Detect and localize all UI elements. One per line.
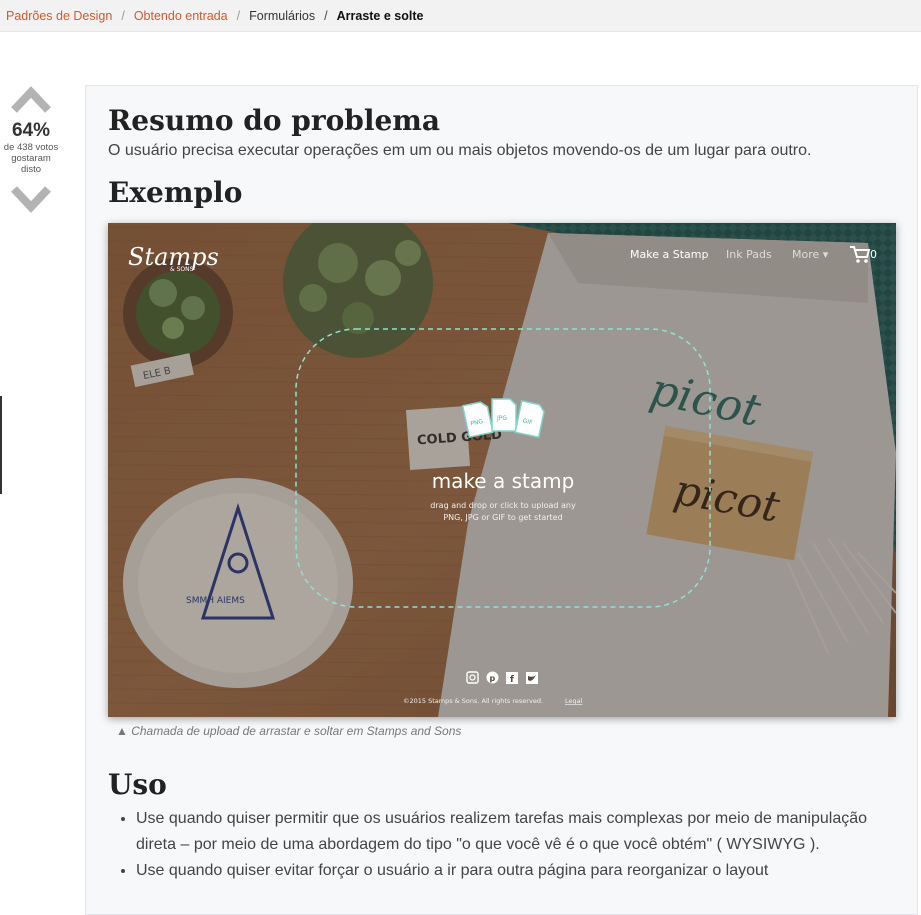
vote-liked-label-2: disto: [20, 164, 42, 175]
breadcrumb-separator: /: [121, 8, 125, 23]
vote-widget: 64% de 438 votos gostaram disto: [0, 84, 62, 213]
pattern-card: Resumo do problema O usuário precisa exe…: [85, 85, 918, 915]
nav-more: More ▾: [792, 248, 829, 261]
jpg-file-icon: JPG: [491, 398, 517, 432]
pinterest-icon: p: [486, 671, 499, 684]
nav-ink-pads: Ink Pads: [726, 248, 772, 261]
summary-heading: Resumo do problema: [108, 104, 441, 137]
breadcrumb-item-forms[interactable]: Formulários: [249, 9, 315, 23]
breadcrumb-separator: /: [324, 8, 328, 23]
side-tab-edge[interactable]: [0, 396, 2, 494]
downvote-arrow-icon[interactable]: [10, 183, 52, 213]
vote-count: de 438 votos: [3, 142, 59, 153]
twitter-icon: [526, 672, 538, 684]
breadcrumb-item-current: Arraste e solte: [336, 8, 424, 23]
cart-count: 0: [870, 248, 877, 261]
vote-percentage: 64%: [11, 120, 51, 141]
nav-make-a-stamp: Make a Stamp: [630, 248, 708, 261]
drop-zone-subtext-2: PNG, JPG or GIF to get started: [443, 513, 562, 522]
example-heading: Exemplo: [108, 176, 243, 209]
svg-text:p: p: [490, 674, 496, 683]
breadcrumb-item-getting-input[interactable]: Obtendo entrada: [134, 9, 228, 23]
breadcrumb-item-design-patterns[interactable]: Padrões de Design: [6, 9, 112, 23]
stamps-logo-sub: & SONS: [170, 266, 194, 273]
example-footer-legal-link: Legal: [565, 697, 583, 705]
example-image[interactable]: picot picot ELE B COLD GOLD SMMH AIEMS S…: [108, 223, 896, 717]
list-item: Use quando quiser permitir que os usuári…: [136, 806, 906, 858]
list-item: Use quando quiser evitar forçar o usuári…: [136, 858, 906, 884]
example-footer: ©2015 Stamps & Sons. All rights reserved…: [403, 697, 543, 705]
svg-text:f: f: [510, 675, 514, 685]
facebook-icon: f: [506, 672, 518, 685]
svg-text:JPG: JPG: [496, 415, 507, 422]
example-caption: ▲ Chamada de upload de arrastar e soltar…: [116, 724, 462, 738]
breadcrumb: Padrões de Design / Obtendo entrada / Fo…: [0, 0, 921, 32]
summary-text: O usuário precisa executar operações em …: [108, 142, 812, 159]
vote-liked-label: gostaram: [11, 153, 51, 164]
upvote-arrow-icon[interactable]: [10, 84, 52, 114]
usage-list: Use quando quiser permitir que os usuári…: [108, 806, 906, 884]
breadcrumb-separator: /: [236, 8, 241, 23]
drop-zone-subtext-1: drag and drop or click to upload any: [430, 501, 576, 510]
drop-zone-heading: make a stamp: [432, 469, 575, 493]
usage-heading: Uso: [108, 768, 167, 801]
